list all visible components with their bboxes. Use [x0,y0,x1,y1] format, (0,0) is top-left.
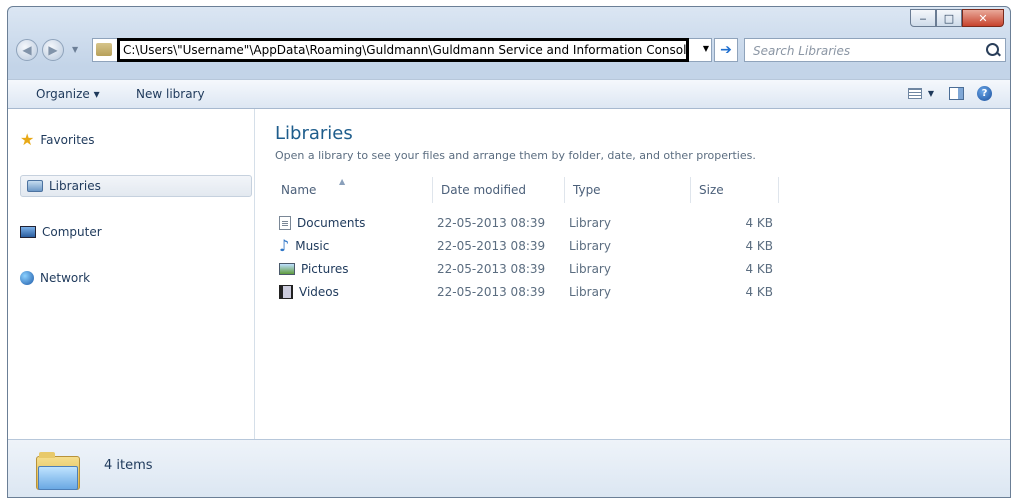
row-date-cell: 22-05-2013 08:39 [437,239,546,253]
address-path[interactable]: C:\Users\"Username"\AppData\Roaming\Guld… [117,38,689,62]
item-count: 4 items [104,458,153,473]
nav-item-network[interactable]: Network [20,267,90,289]
computer-icon [20,226,36,238]
table-row[interactable]: ♪ Music 22-05-2013 08:39 Library 4 KB [273,236,793,258]
column-header-date-modified[interactable]: Date modified [433,177,565,203]
row-type-cell: Library [569,262,611,276]
go-button[interactable]: ➔ [714,38,738,62]
explorer-window: ‒ □ ✕ ◀ ▶ ▼ C:\Users\"Username"\AppData\… [7,6,1011,498]
documents-icon [279,216,291,230]
column-header-name[interactable]: ▲ Name [273,177,433,203]
table-row[interactable]: Pictures 22-05-2013 08:39 Library 4 KB [273,259,793,281]
row-name-cell: ♪ Music [279,236,330,255]
folder-icon [96,43,112,56]
row-date-cell: 22-05-2013 08:39 [437,285,546,299]
nav-item-label: Computer [42,225,102,239]
nav-item-computer[interactable]: Computer [20,221,102,243]
page-description: Open a library to see your files and arr… [275,149,756,162]
back-button[interactable]: ◀ [16,39,38,61]
star-icon: ★ [20,130,35,149]
navigation-bar: ◀ ▶ ▼ C:\Users\"Username"\AppData\Roamin… [8,35,1010,65]
recent-pages-chevron-down-icon[interactable]: ▼ [72,45,78,54]
row-date-cell: 22-05-2013 08:39 [437,216,546,230]
address-dropdown-chevron-down-icon[interactable]: ▼ [703,44,709,53]
minimize-button[interactable]: ‒ [910,9,936,27]
row-date-cell: 22-05-2013 08:39 [437,262,546,276]
new-library-button[interactable]: New library [136,87,205,101]
go-arrow-icon: ➔ [720,42,732,58]
search-box[interactable] [744,38,1006,63]
libraries-icon [27,180,43,192]
forward-arrow-icon: ▶ [48,43,58,57]
libraries-folder-icon [36,450,80,490]
row-name-cell: Pictures [279,262,349,276]
navigation-pane: ★ Favorites Libraries Computer Network [8,109,255,439]
column-header-type[interactable]: Type [565,177,691,203]
maximize-button[interactable]: □ [936,9,962,27]
page-title: Libraries [275,123,353,144]
sort-ascending-icon: ▲ [339,177,346,186]
music-icon: ♪ [279,236,290,255]
row-type-cell: Library [569,285,611,299]
preview-pane-icon[interactable] [949,87,964,100]
organize-button[interactable]: Organize ▾ [36,87,100,101]
videos-icon [279,285,293,299]
nav-item-label: Favorites [40,133,95,147]
change-view-icon[interactable] [908,88,922,99]
row-name-cell: Videos [279,285,339,299]
help-icon[interactable]: ? [977,86,992,101]
command-bar: Organize ▾ New library ▼ ? [8,79,1010,109]
back-arrow-icon: ◀ [22,43,32,57]
search-input[interactable] [745,39,985,63]
details-pane: 4 items [8,439,1010,497]
address-bar[interactable]: C:\Users\"Username"\AppData\Roaming\Guld… [92,38,712,62]
forward-button[interactable]: ▶ [42,39,64,61]
nav-item-favorites[interactable]: ★ Favorites [20,129,95,151]
column-header-size[interactable]: Size [691,177,779,203]
content-pane: Libraries Open a library to see your fil… [255,109,1010,439]
row-size-cell: 4 KB [745,216,773,230]
network-icon [20,271,34,285]
row-size-cell: 4 KB [745,262,773,276]
nav-item-label: Libraries [49,179,101,193]
row-size-cell: 4 KB [745,285,773,299]
row-size-cell: 4 KB [745,239,773,253]
table-row[interactable]: Videos 22-05-2013 08:39 Library 4 KB [273,282,793,304]
view-options-chevron-down-icon[interactable]: ▼ [928,89,934,98]
table-row[interactable]: Documents 22-05-2013 08:39 Library 4 KB [273,213,793,235]
nav-item-libraries[interactable]: Libraries [20,175,252,197]
nav-item-label: Network [40,271,91,285]
row-type-cell: Library [569,239,611,253]
row-type-cell: Library [569,216,611,230]
search-icon[interactable] [986,43,999,56]
pictures-icon [279,263,295,275]
title-bar: ‒ □ ✕ [8,7,1010,35]
close-button[interactable]: ✕ [962,9,1004,27]
row-name-cell: Documents [279,216,365,230]
window-controls: ‒ □ ✕ [910,9,1004,27]
